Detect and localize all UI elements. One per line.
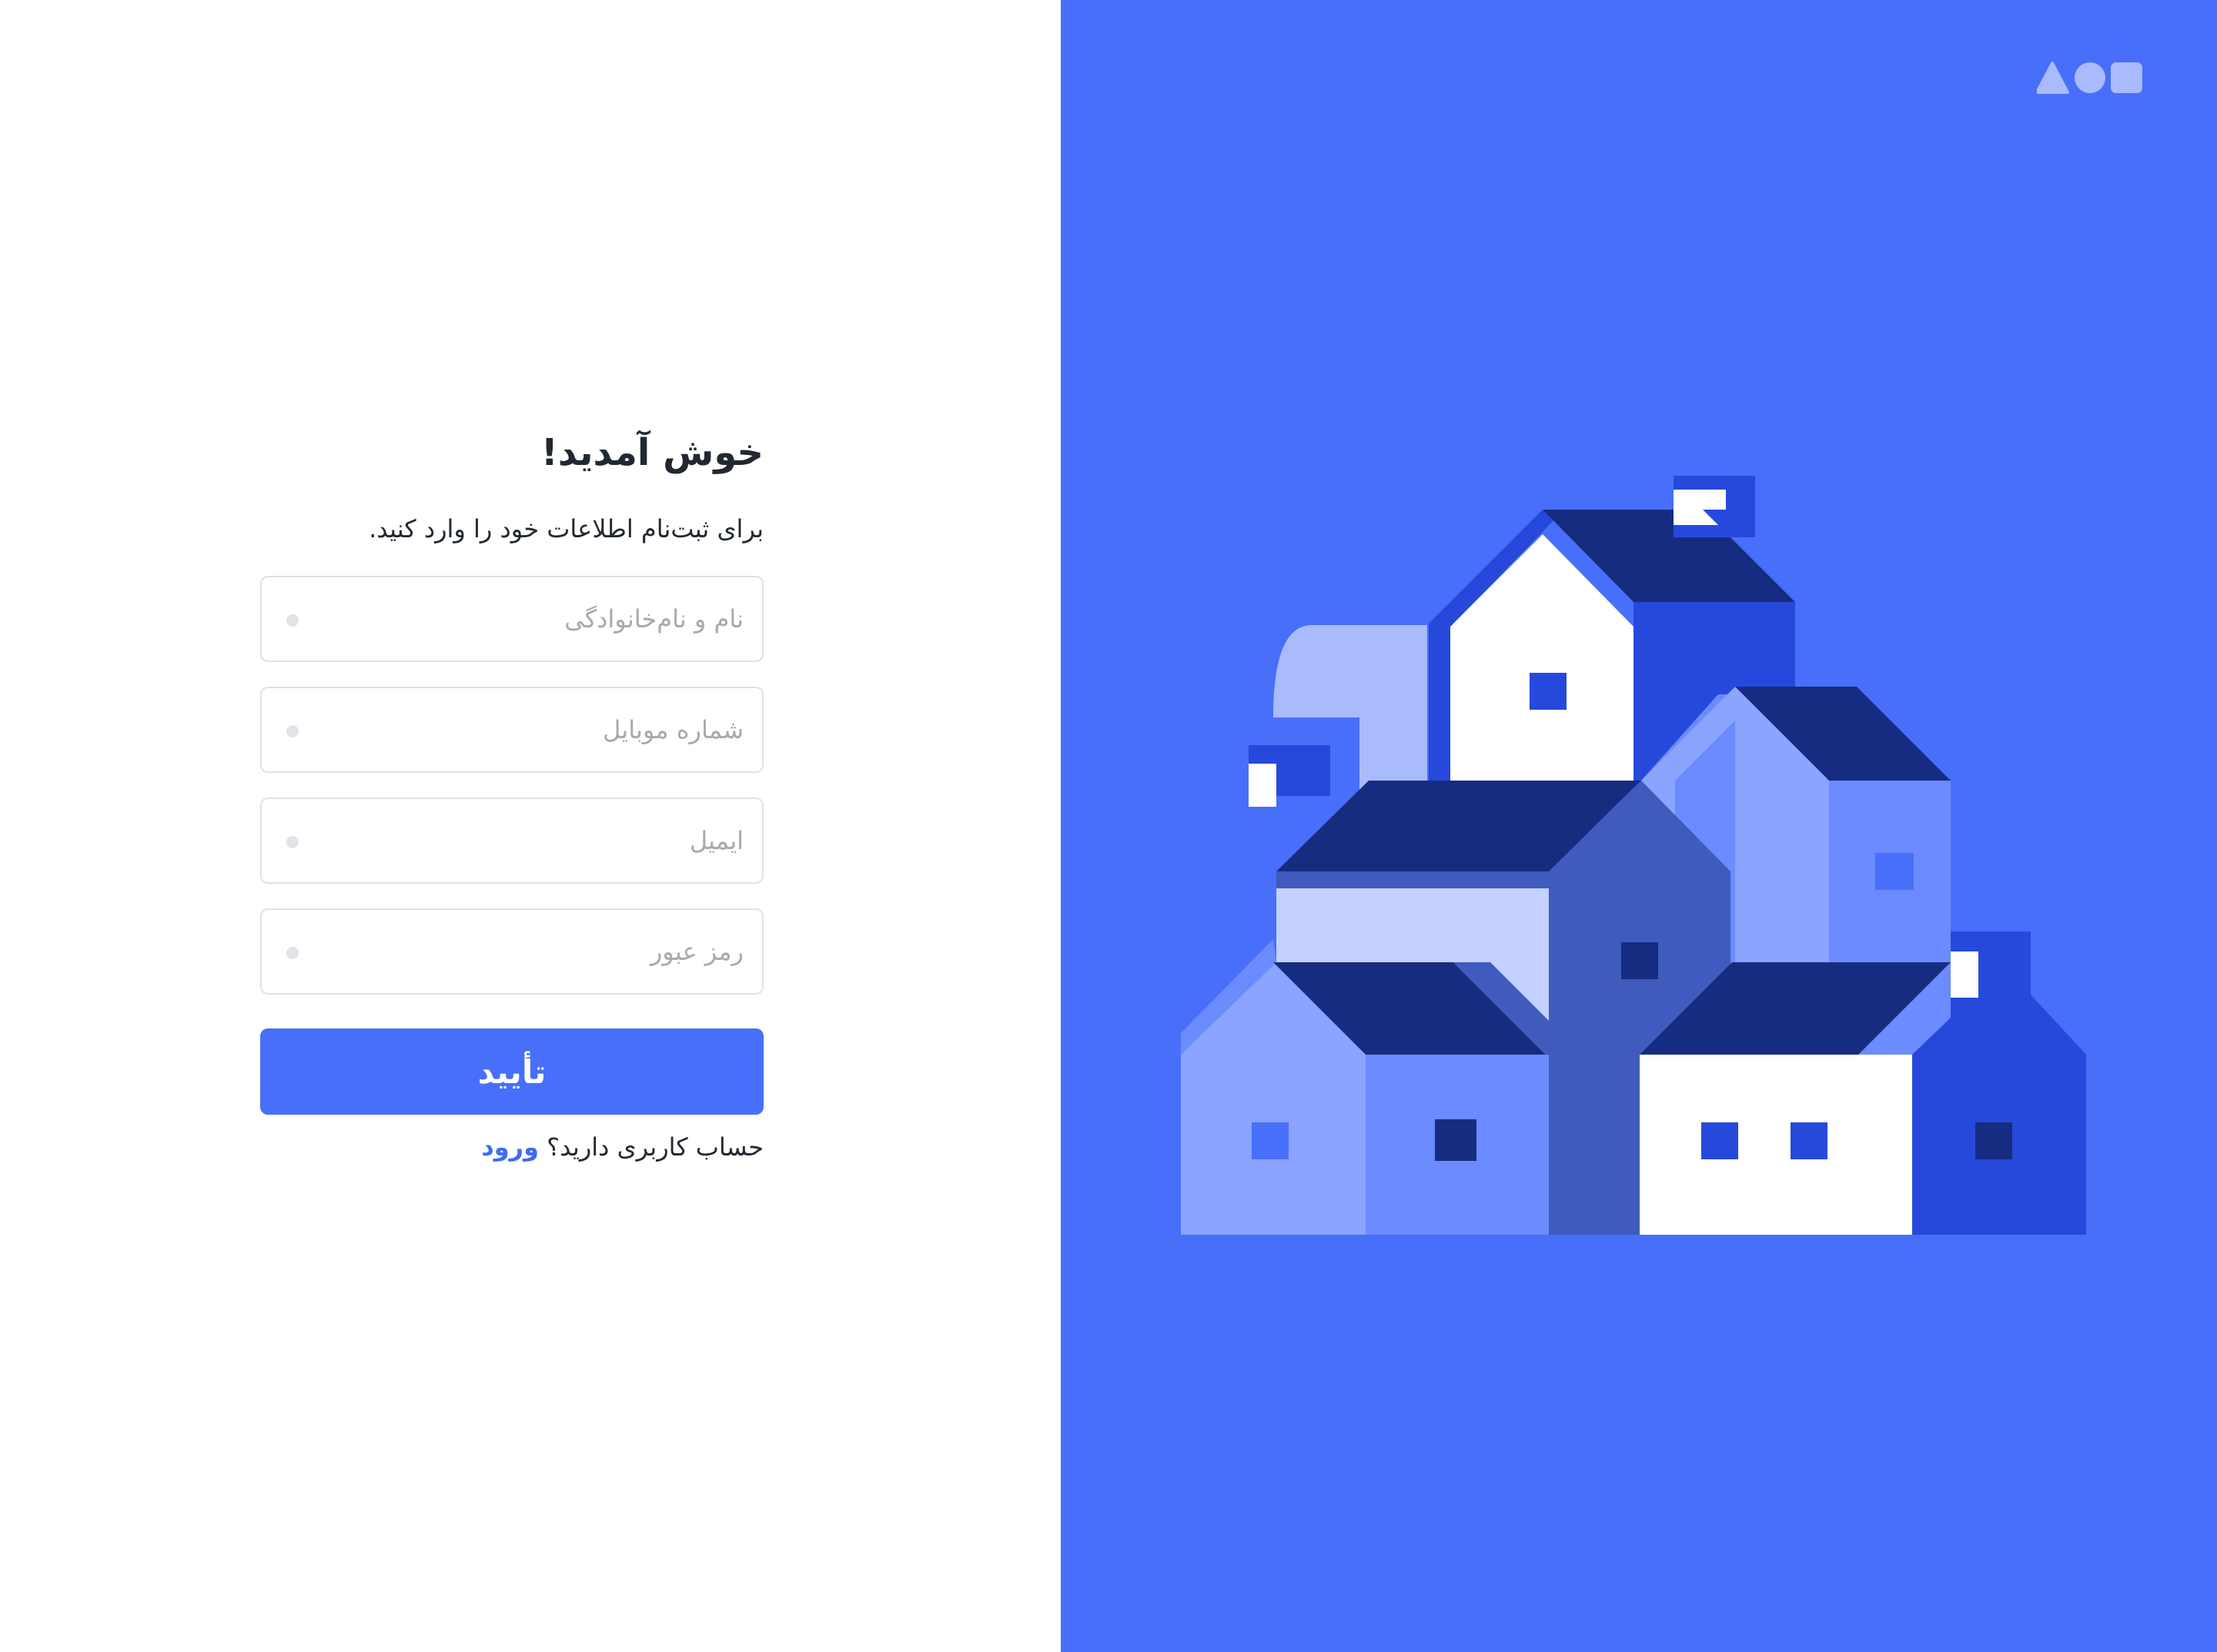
login-prompt-row: حساب کاربری دارید؟ ورود — [260, 1132, 764, 1164]
houses-illustration — [1181, 476, 2086, 1235]
field-indicator-icon — [286, 614, 299, 627]
signup-page: خوش آمدید! برای ثبت‌نام اطلاعات خود را و… — [0, 0, 2217, 1652]
password-field[interactable] — [260, 908, 764, 995]
login-link[interactable]: ورود — [481, 1132, 539, 1162]
full-name-input[interactable] — [308, 577, 744, 660]
form-panel: خوش آمدید! برای ثبت‌نام اطلاعات خود را و… — [0, 0, 1061, 1652]
login-prompt-text: حساب کاربری دارید؟ — [547, 1132, 764, 1162]
email-input[interactable] — [308, 799, 744, 882]
full-name-field[interactable] — [260, 576, 764, 662]
page-title: خوش آمدید! — [540, 431, 764, 474]
field-indicator-icon — [286, 836, 299, 848]
shapes-logo-icon — [2037, 62, 2142, 94]
submit-button[interactable]: تأیید — [260, 1028, 764, 1115]
illustration-panel — [1061, 0, 2217, 1652]
page-subtitle: برای ثبت‌نام اطلاعات خود را وارد کنید. — [369, 514, 764, 543]
mobile-field[interactable] — [260, 687, 764, 773]
mobile-input[interactable] — [308, 688, 744, 771]
signup-form: خوش آمدید! برای ثبت‌نام اطلاعات خود را و… — [260, 431, 764, 1164]
field-indicator-icon — [286, 725, 299, 737]
password-input[interactable] — [308, 910, 744, 993]
field-indicator-icon — [286, 947, 299, 959]
form-fields — [260, 576, 764, 995]
email-field[interactable] — [260, 798, 764, 884]
